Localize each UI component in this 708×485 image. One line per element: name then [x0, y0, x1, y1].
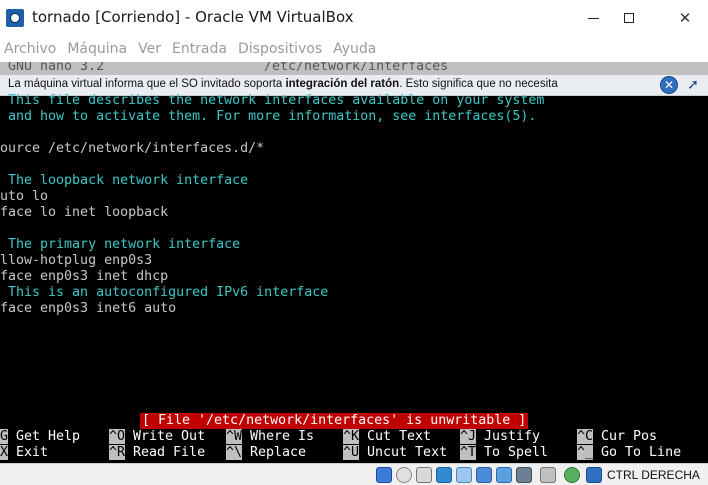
maximize-icon — [624, 13, 634, 23]
editor-line-7: auto lo — [0, 189, 49, 204]
editor-line-1: # This file describes the network interf… — [0, 93, 545, 108]
keyboard-capture-icon[interactable] — [586, 467, 602, 483]
menu-maquina[interactable]: Máquina — [67, 41, 127, 57]
editor-line-12: iface enp0s3 inet dhcp — [0, 269, 169, 284]
shortcut-row-2: ^X Exit ^R Read File ^\ Replace ^U Uncut… — [0, 445, 708, 461]
menu-bar: Archivo Máquina Ver Entrada Dispositivos… — [0, 36, 708, 62]
shortcut-justify: ^J Justify — [460, 429, 541, 444]
menu-ver[interactable]: Ver — [138, 41, 161, 57]
shortcut-cut-text: ^K Cut Text — [343, 429, 432, 444]
shortcut-where-is: ^W Where Is — [226, 429, 315, 444]
vm-display[interactable]: GNU nano 3.2 /etc/network/interfaces La … — [0, 62, 708, 463]
hard-disk-icon[interactable] — [376, 467, 392, 483]
shortcut-get-help: ^G Get Help — [0, 429, 80, 445]
usb-icon[interactable] — [456, 467, 472, 483]
audio-icon[interactable] — [416, 467, 432, 483]
minimize-icon — [587, 17, 599, 19]
editor-line-11: allow-hotplug enp0s3 — [0, 253, 153, 268]
menu-archivo[interactable]: Archivo — [4, 41, 56, 57]
notification-close-icon[interactable]: ✕ — [660, 76, 678, 94]
notification-text: La máquina virtual informa que el SO inv… — [8, 78, 558, 90]
editor-line-8: iface lo inet loopback — [0, 205, 169, 220]
network-icon[interactable] — [436, 467, 452, 483]
video-capture-icon[interactable] — [516, 467, 532, 483]
menu-dispositivos[interactable]: Dispositivos — [238, 41, 322, 57]
mouse-integration-icon[interactable]: ➚ — [683, 76, 703, 94]
shortcut-uncut-text: ^U Uncut Text — [343, 445, 448, 460]
window-title: tornado [Corriendo] - Oracle VM VirtualB… — [32, 8, 354, 26]
menu-ayuda[interactable]: Ayuda — [333, 41, 376, 57]
display-icon[interactable] — [496, 467, 512, 483]
mouse-integration-status-icon[interactable] — [564, 467, 580, 483]
shortcut-go-to-line: ^_ Go To Line — [577, 445, 682, 460]
shortcut-row-1: ^G Get Help ^O Write Out ^W Where Is ^K … — [0, 429, 708, 445]
editor-line-10: # The primary network interface — [0, 237, 241, 252]
nano-status-message: [ File '/etc/network/interfaces' is unwr… — [140, 413, 529, 429]
vm-statusbar: CTRL DERECHA — [0, 463, 708, 485]
editor-line-6: # The loopback network interface — [0, 173, 249, 188]
editor-line-4: source /etc/network/interfaces.d/* — [0, 141, 265, 156]
close-button[interactable]: ✕ — [662, 0, 708, 36]
nano-filename: /etc/network/interfaces — [264, 62, 449, 74]
menu-entrada[interactable]: Entrada — [172, 41, 227, 57]
shortcut-to-spell: ^T To Spell — [460, 445, 549, 460]
recording-icon[interactable] — [540, 467, 556, 483]
nano-titlebar: GNU nano 3.2 /etc/network/interfaces — [0, 62, 708, 76]
editor-line-14: iface enp0s3 inet6 auto — [0, 301, 177, 316]
shortcut-exit: ^X Exit — [0, 445, 48, 461]
window-titlebar: tornado [Corriendo] - Oracle VM VirtualB… — [0, 0, 708, 36]
editor-line-2: # and how to activate them. For more inf… — [0, 109, 537, 124]
shortcut-replace: ^\ Replace — [226, 445, 307, 460]
shortcut-cur-pos: ^C Cur Pos — [577, 429, 658, 444]
shortcut-read-file: ^R Read File — [109, 445, 206, 460]
host-key-label: CTRL DERECHA — [607, 468, 700, 482]
shared-folders-icon[interactable] — [476, 467, 492, 483]
close-icon: ✕ — [678, 9, 692, 27]
optical-drive-icon[interactable] — [396, 467, 412, 483]
shortcut-write-out: ^O Write Out — [109, 429, 206, 444]
editor-line-13: # This is an autoconfigured IPv6 interfa… — [0, 285, 329, 300]
virtualbox-app-icon — [6, 9, 24, 27]
maximize-button[interactable] — [606, 0, 652, 36]
nano-version: GNU nano 3.2 — [0, 62, 105, 74]
